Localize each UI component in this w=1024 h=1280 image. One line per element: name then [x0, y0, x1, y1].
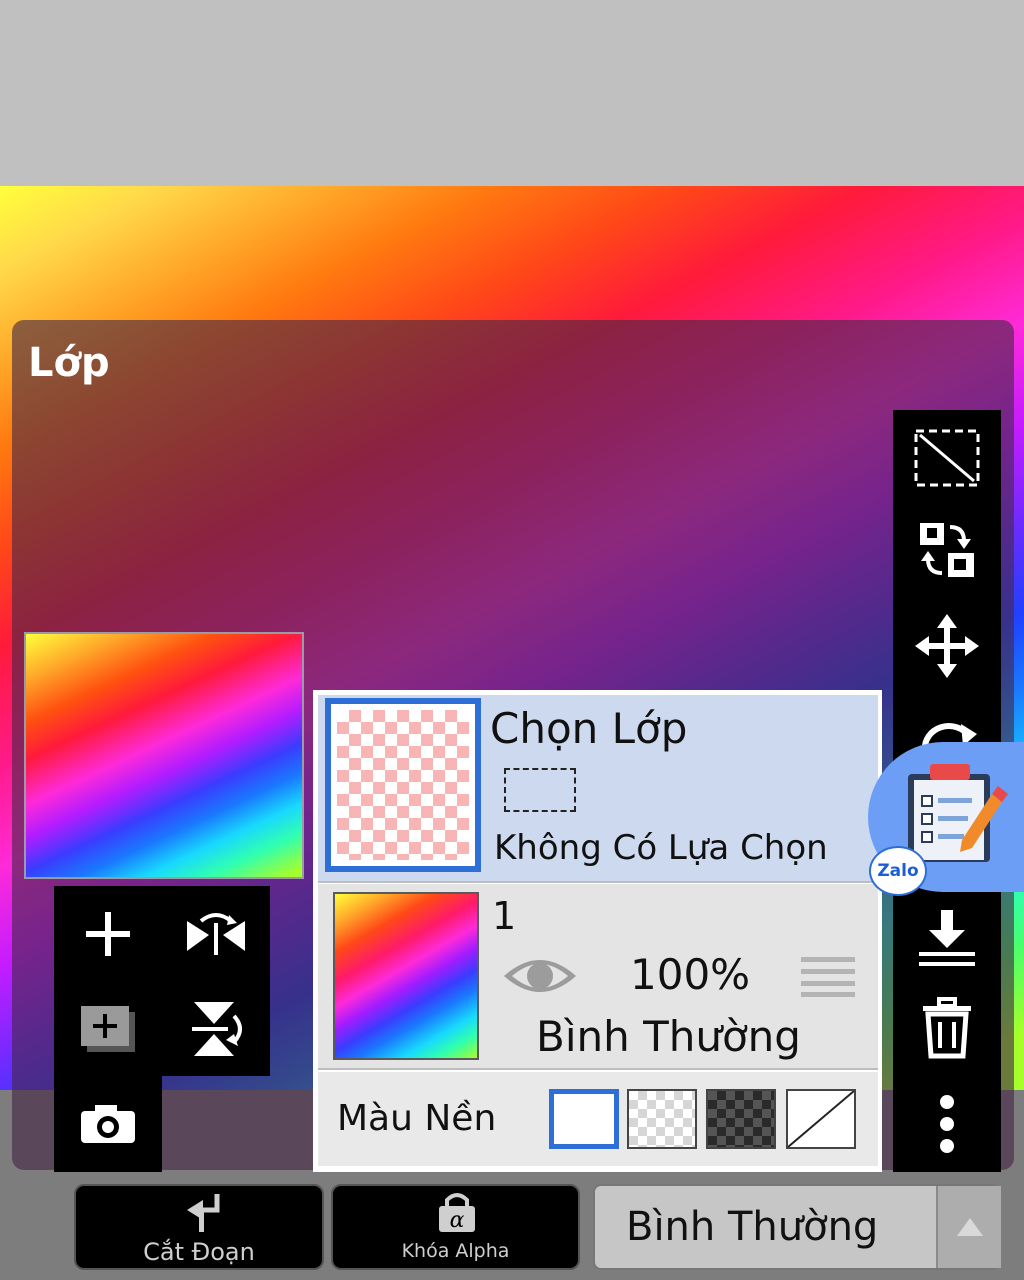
camera-button[interactable] [54, 1076, 162, 1171]
zalo-badge: Zalo [869, 846, 927, 896]
alpha-lock-icon: α [439, 1193, 475, 1233]
merge-down-icon [919, 910, 975, 966]
layer-opacity[interactable]: 100% [630, 950, 750, 999]
move-button[interactable] [893, 606, 1001, 686]
visibility-toggle[interactable] [502, 950, 578, 1006]
canvas-preview[interactable] [24, 632, 304, 879]
no-background-icon [788, 1091, 854, 1147]
select-all-icon [914, 429, 980, 487]
selection-marquee-icon [504, 768, 576, 812]
swap-layers-button[interactable] [893, 510, 1001, 590]
alpha-lock-button[interactable]: α Khóa Alpha [331, 1184, 580, 1270]
drag-handle-icon [801, 957, 855, 997]
left-toolbar [54, 886, 270, 1076]
flip-vertical-button[interactable] [162, 981, 270, 1076]
clipping-button[interactable]: Cắt Đoạn [74, 1184, 324, 1270]
layer-drag-handle[interactable] [801, 955, 855, 1001]
flip-horizontal-button[interactable] [162, 886, 270, 981]
row-divider [318, 1068, 878, 1070]
top-bar [0, 0, 1024, 186]
more-options-button[interactable] [893, 1084, 1001, 1164]
selection-status: Không Có Lựa Chọn [494, 828, 828, 868]
flip-horizontal-icon [187, 912, 245, 955]
camera-icon [81, 1104, 135, 1143]
chevron-up-icon [957, 1218, 983, 1236]
duplicate-layer-button[interactable] [54, 981, 162, 1076]
layer-thumbnail[interactable] [333, 892, 479, 1060]
background-white-swatch[interactable] [549, 1089, 619, 1149]
move-icon [915, 614, 979, 678]
background-light-checker-swatch[interactable] [627, 1089, 697, 1149]
flip-vertical-icon [192, 1001, 242, 1056]
layer-blend-mode: Bình Thường [536, 1012, 801, 1061]
clip-arrow-icon [187, 1194, 220, 1232]
selection-layer-title: Chọn Lớp [490, 704, 688, 753]
more-icon [940, 1095, 954, 1153]
trash-icon [923, 997, 971, 1059]
alpha-lock-label: Khóa Alpha [401, 1240, 510, 1262]
delete-layer-button[interactable] [893, 988, 1001, 1068]
panel-title: Lớp [28, 340, 110, 386]
layer-name: 1 [492, 894, 517, 938]
add-layer-icon [86, 911, 130, 956]
svg-text:α: α [450, 1208, 465, 1233]
blend-mode-dropdown-toggle[interactable] [936, 1186, 1001, 1268]
row-divider [318, 881, 878, 883]
swap-layers-icon [920, 523, 974, 577]
add-layer-button[interactable] [54, 886, 162, 981]
background-none-swatch[interactable] [786, 1089, 856, 1149]
background-color-label: Màu Nền [337, 1098, 497, 1139]
eye-icon [504, 960, 576, 992]
duplicate-layer-icon [81, 1005, 135, 1052]
transparent-checker [337, 710, 469, 860]
merge-down-button[interactable] [893, 898, 1001, 978]
left-toolbar-camera [54, 1076, 162, 1172]
select-all-button[interactable] [893, 418, 1001, 498]
blend-mode-value: Bình Thường [626, 1204, 879, 1250]
background-dark-checker-swatch[interactable] [706, 1089, 776, 1149]
clipping-label: Cắt Đoạn [143, 1238, 255, 1266]
selection-thumbnail[interactable] [325, 698, 481, 872]
